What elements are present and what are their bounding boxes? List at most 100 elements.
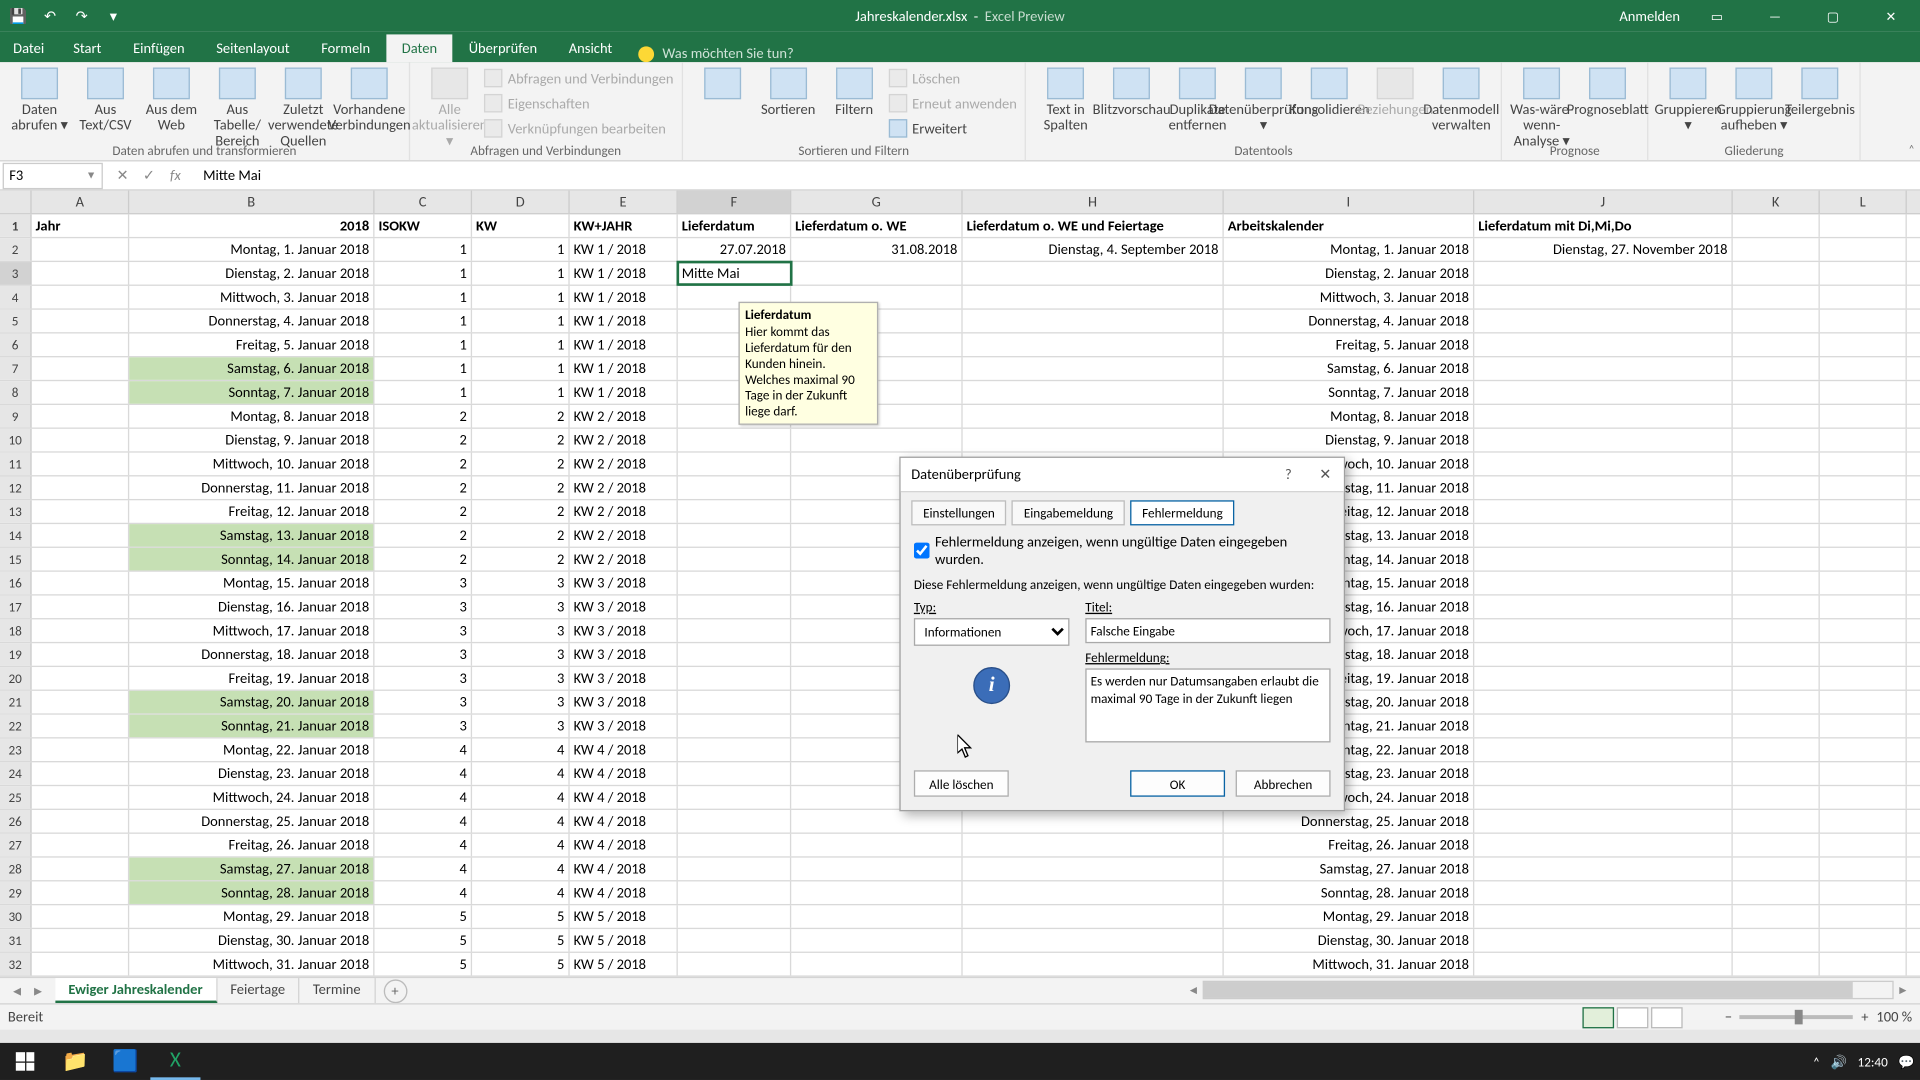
cell[interactable]: Mittwoch, 3. Januar 2018 — [129, 286, 374, 308]
cell[interactable]: KW 2 / 2018 — [570, 405, 678, 427]
ribbon-button[interactable]: Vorhandene Verbindungen — [338, 65, 401, 150]
tab-formeln[interactable]: Formeln — [305, 34, 386, 62]
cell[interactable] — [1820, 953, 1907, 975]
cell[interactable] — [678, 834, 791, 856]
ribbon-button[interactable]: Zuletzt verwendete Quellen — [272, 65, 335, 150]
cell[interactable] — [1733, 667, 1820, 689]
cell[interactable]: KW 1 / 2018 — [570, 262, 678, 284]
cell[interactable]: Donnerstag, 25. Januar 2018 — [129, 810, 374, 832]
cell[interactable] — [1820, 357, 1907, 379]
cell[interactable] — [32, 834, 130, 856]
cell[interactable] — [1820, 834, 1907, 856]
row-header[interactable]: 14 — [0, 524, 32, 546]
cell[interactable]: 3 — [472, 667, 570, 689]
sheet-nav-next-icon[interactable]: ► — [32, 982, 45, 999]
cell[interactable]: 2018 — [129, 214, 374, 236]
cell[interactable] — [32, 405, 130, 427]
cell[interactable]: Mittwoch, 17. Januar 2018 — [129, 619, 374, 641]
cell[interactable] — [1820, 619, 1907, 641]
cell[interactable]: KW 4 / 2018 — [570, 786, 678, 808]
cell[interactable]: Samstag, 6. Januar 2018 — [1224, 357, 1475, 379]
horizontal-scrollbar[interactable]: ◄ ► — [1184, 981, 1912, 1000]
cell[interactable] — [1820, 476, 1907, 498]
cell[interactable]: 4 — [375, 786, 473, 808]
cell[interactable] — [678, 715, 791, 737]
filter-button[interactable]: Filtern — [822, 65, 885, 140]
row-header[interactable]: 19 — [0, 643, 32, 665]
tab-seitenlayout[interactable]: Seitenlayout — [200, 34, 305, 62]
show-error-checkbox[interactable] — [914, 543, 930, 559]
cell[interactable]: Mitte Mai — [678, 262, 791, 284]
cell[interactable] — [678, 739, 791, 761]
cell[interactable]: 3 — [472, 715, 570, 737]
cell[interactable] — [678, 524, 791, 546]
cell[interactable] — [1474, 262, 1732, 284]
cell[interactable] — [963, 810, 1224, 832]
cell[interactable] — [1474, 619, 1732, 641]
row-header[interactable]: 31 — [0, 929, 32, 951]
cell[interactable] — [1733, 929, 1820, 951]
cell[interactable] — [1474, 429, 1732, 451]
ribbon-button[interactable]: Teilergebnis — [1788, 65, 1851, 134]
cell[interactable]: KW 4 / 2018 — [570, 739, 678, 761]
cell[interactable] — [1733, 834, 1820, 856]
cell[interactable]: Samstag, 6. Januar 2018 — [129, 357, 374, 379]
close-icon[interactable]: ✕ — [1870, 0, 1912, 32]
cell[interactable]: KW 3 / 2018 — [570, 643, 678, 665]
cell[interactable] — [1733, 476, 1820, 498]
cell[interactable] — [1733, 881, 1820, 903]
cell[interactable] — [1733, 643, 1820, 665]
cell[interactable]: Montag, 15. Januar 2018 — [129, 572, 374, 594]
cell[interactable] — [1474, 762, 1732, 784]
add-sheet-button[interactable]: + — [383, 979, 407, 1003]
cell[interactable]: KW 2 / 2018 — [570, 476, 678, 498]
cell[interactable]: Mittwoch, 24. Januar 2018 — [129, 786, 374, 808]
cell[interactable] — [32, 619, 130, 641]
cell[interactable] — [678, 596, 791, 618]
cell[interactable]: KW 3 / 2018 — [570, 715, 678, 737]
cell[interactable]: Dienstag, 4. September 2018 — [963, 238, 1224, 260]
cell[interactable] — [1474, 739, 1732, 761]
cell[interactable] — [1733, 953, 1820, 975]
cell[interactable] — [963, 858, 1224, 880]
row-header[interactable]: 29 — [0, 881, 32, 903]
cell[interactable] — [1733, 310, 1820, 332]
cell[interactable] — [1820, 810, 1907, 832]
cell[interactable]: 2 — [375, 405, 473, 427]
cell[interactable] — [1474, 929, 1732, 951]
cell[interactable]: Mittwoch, 31. Januar 2018 — [129, 953, 374, 975]
cell[interactable] — [1733, 810, 1820, 832]
cell[interactable] — [1820, 214, 1907, 236]
cell[interactable] — [678, 500, 791, 522]
cell[interactable] — [1733, 762, 1820, 784]
row-header[interactable]: 3 — [0, 262, 32, 284]
tab-überprüfen[interactable]: Überprüfen — [453, 34, 553, 62]
scroll-right-icon[interactable]: ► — [1894, 983, 1912, 998]
cell[interactable] — [1733, 619, 1820, 641]
cell[interactable] — [32, 905, 130, 927]
cell[interactable]: 4 — [375, 858, 473, 880]
cell[interactable] — [1474, 548, 1732, 570]
cell[interactable]: Dienstag, 30. Januar 2018 — [1224, 929, 1475, 951]
sheet-nav-prev-icon[interactable]: ◄ — [11, 982, 24, 999]
cell[interactable]: 2 — [472, 524, 570, 546]
cell[interactable]: Dienstag, 23. Januar 2018 — [129, 762, 374, 784]
cell[interactable]: Samstag, 20. Januar 2018 — [129, 691, 374, 713]
confirm-edit-icon[interactable]: ✓ — [140, 167, 158, 184]
cell[interactable] — [1474, 643, 1732, 665]
cell[interactable] — [791, 429, 962, 451]
cell[interactable] — [678, 786, 791, 808]
col-header[interactable]: C — [375, 191, 473, 213]
cell[interactable] — [1820, 858, 1907, 880]
cell[interactable] — [678, 953, 791, 975]
cell[interactable]: Sonntag, 21. Januar 2018 — [129, 715, 374, 737]
cell[interactable] — [1474, 596, 1732, 618]
cell[interactable]: KW 1 / 2018 — [570, 334, 678, 356]
cell[interactable] — [1474, 905, 1732, 927]
cell[interactable] — [1733, 739, 1820, 761]
cell[interactable] — [1474, 667, 1732, 689]
cell[interactable] — [678, 762, 791, 784]
cell[interactable]: KW 5 / 2018 — [570, 953, 678, 975]
cell[interactable]: KW 3 / 2018 — [570, 667, 678, 689]
start-button[interactable] — [0, 1043, 50, 1080]
